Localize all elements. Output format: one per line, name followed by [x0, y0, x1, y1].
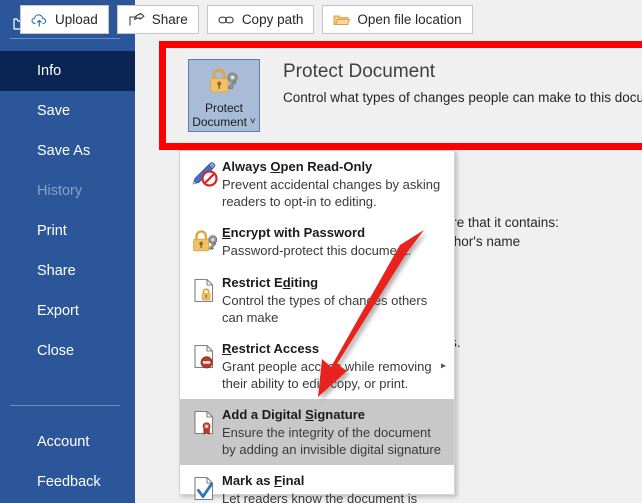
menu-item-title: Mark as Final [222, 473, 304, 488]
protect-document-text-block: Protect Document Control what types of c… [283, 60, 642, 106]
document-deny-icon [188, 340, 222, 376]
menu-item-restrict-editing[interactable]: Restrict Editing Control the types of ch… [180, 267, 454, 333]
menu-item-encrypt-with-password[interactable]: Encrypt with Password Password-protect t… [180, 217, 454, 267]
sidebar-item-history: History [0, 171, 135, 211]
cloud-upload-icon [31, 12, 48, 27]
protect-document-subtitle: Control what types of changes people can… [283, 89, 642, 106]
menu-item-mark-as-final[interactable]: Mark as Final Let readers know the docum… [180, 465, 454, 503]
menu-item-desc-line-1: Grant people access while removing [222, 359, 448, 375]
menu-item-title: Always Open Read-Only [222, 159, 372, 174]
protect-document-button-label-2: Document [192, 115, 247, 129]
padlock-key-icon [188, 224, 222, 260]
share-arrow-icon [128, 12, 145, 27]
upload-button-label: Upload [55, 12, 98, 27]
share-button[interactable]: Share [117, 5, 199, 34]
sidebar-item-save[interactable]: Save [0, 91, 135, 131]
word-backstage-info-screen: Open Info Save Save As History Print Sha… [0, 0, 642, 503]
protect-document-title: Protect Document [283, 60, 642, 84]
upload-button[interactable]: Upload [20, 5, 109, 34]
protect-document-button[interactable]: Protect Document ˅ [188, 59, 260, 132]
sidebar-item-label: Feedback [37, 474, 101, 490]
sidebar-item-close[interactable]: Close [0, 331, 135, 371]
sidebar-item-label: Close [37, 343, 74, 359]
backstage-sidebar: Open Info Save Save As History Print Sha… [0, 0, 135, 503]
sidebar-item-label: Print [37, 223, 67, 239]
sidebar-item-label: Share [37, 263, 76, 279]
sidebar-item-share[interactable]: Share [0, 251, 135, 291]
chevron-down-icon: ˅ [250, 115, 256, 129]
menu-item-title: Restrict Editing [222, 275, 318, 290]
menu-item-desc-line-1: Ensure the integrity of the document [222, 425, 448, 441]
menu-item-desc-line-2: their ability to edit, copy, or print. [222, 376, 448, 392]
link-chain-icon [218, 12, 235, 27]
sidebar-item-save-as[interactable]: Save As [0, 131, 135, 171]
sidebar-item-label: Export [37, 303, 79, 319]
menu-item-desc-line-2: can make [222, 310, 448, 326]
sidebar-item-info[interactable]: Info [0, 51, 135, 91]
copy-path-button-label: Copy path [242, 12, 304, 27]
menu-item-desc-line-1: Control the types of changes others [222, 293, 448, 309]
menu-item-desc-line-2: readers to opt-in to editing. [222, 194, 448, 210]
menu-item-desc-line-1: Prevent accidental changes by asking [222, 177, 448, 193]
menu-item-desc-line-1: Password-protect this document. [222, 243, 448, 259]
menu-item-restrict-access[interactable]: Restrict Access Grant people access whil… [180, 333, 454, 399]
sidebar-item-export[interactable]: Export [0, 291, 135, 331]
sidebar-item-label: Save As [37, 143, 90, 159]
sidebar-item-label: History [37, 183, 82, 199]
protect-document-button-label-1: Protect [205, 101, 243, 115]
folder-open-icon [333, 12, 350, 27]
sidebar-item-label: Save [37, 103, 70, 119]
sidebar-item-label: Account [37, 434, 89, 450]
pencil-blocked-icon [188, 158, 222, 194]
protect-document-dropdown-menu: Always Open Read-Only Prevent accidental… [179, 150, 455, 495]
menu-item-title: Add a Digital Signature [222, 407, 365, 422]
menu-item-add-digital-signature[interactable]: Add a Digital Signature Ensure the integ… [180, 399, 454, 465]
protect-document-section: Protect Document ˅ Protect Document Cont… [166, 48, 642, 143]
menu-item-title: Encrypt with Password [222, 225, 365, 240]
sidebar-divider-bottom [10, 405, 120, 406]
document-lock-icon [188, 274, 222, 310]
padlock-key-icon [204, 66, 244, 101]
menu-item-desc-line-2: by adding an invisible digital signature [222, 442, 448, 458]
submenu-chevron-icon: ▸ [441, 361, 446, 372]
menu-item-title: Restrict Access [222, 341, 319, 356]
document-check-icon [188, 472, 222, 503]
share-button-label: Share [152, 12, 188, 27]
open-file-location-button[interactable]: Open file location [322, 5, 472, 34]
copy-path-button[interactable]: Copy path [207, 5, 315, 34]
file-actions-toolbar: Upload Share Copy path [20, 5, 473, 34]
menu-item-desc-line-1: Let readers know the document is [222, 491, 448, 503]
menu-item-always-open-read-only[interactable]: Always Open Read-Only Prevent accidental… [180, 151, 454, 217]
sidebar-item-label: Info [37, 63, 61, 79]
open-file-location-button-label: Open file location [357, 12, 461, 27]
sidebar-item-feedback[interactable]: Feedback [0, 462, 135, 502]
sidebar-item-account[interactable]: Account [0, 422, 135, 462]
sidebar-divider-top [10, 38, 120, 39]
sidebar-item-print[interactable]: Print [0, 211, 135, 251]
document-signature-icon [188, 406, 222, 442]
